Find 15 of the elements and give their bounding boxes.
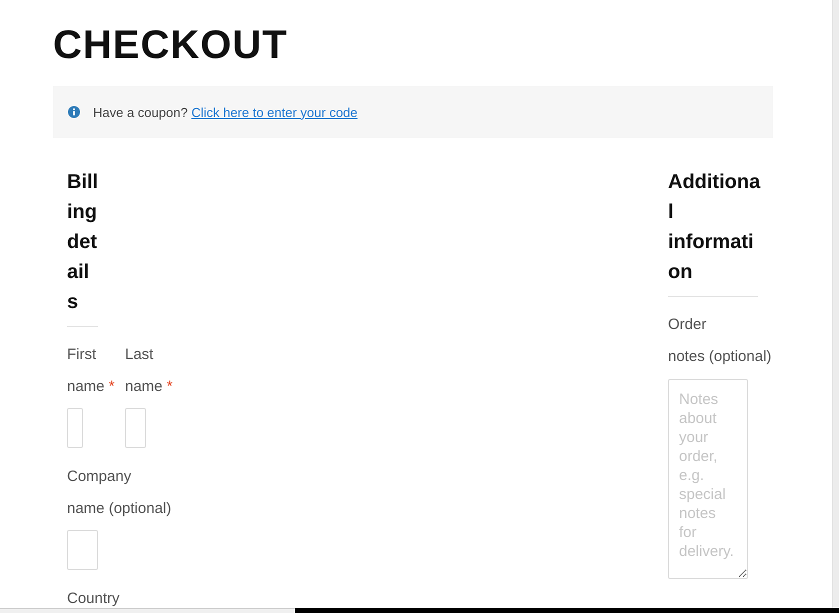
field-label: Country (67, 589, 121, 608)
section-heading: Billing details (67, 170, 99, 315)
order-notes-field[interactable]: Notes about your order, e.g. special notes for delivery. (668, 379, 748, 579)
field-label: Order notes (optional) (668, 315, 772, 367)
info-icon (68, 106, 80, 118)
coupon-link[interactable]: Click here to enter your code (191, 104, 358, 120)
field-label: Last name * (125, 345, 174, 397)
input-field[interactable] (67, 408, 83, 448)
field-label: Company name (optional) (67, 467, 172, 519)
section-heading: Additional information (668, 170, 762, 285)
input-field[interactable] (67, 530, 98, 570)
page-title: CHECKOUT (53, 22, 289, 69)
notice-text: Have a coupon? Click here to enter your code (93, 104, 358, 120)
field-label: First name * (67, 345, 116, 397)
input-field[interactable] (125, 408, 146, 448)
